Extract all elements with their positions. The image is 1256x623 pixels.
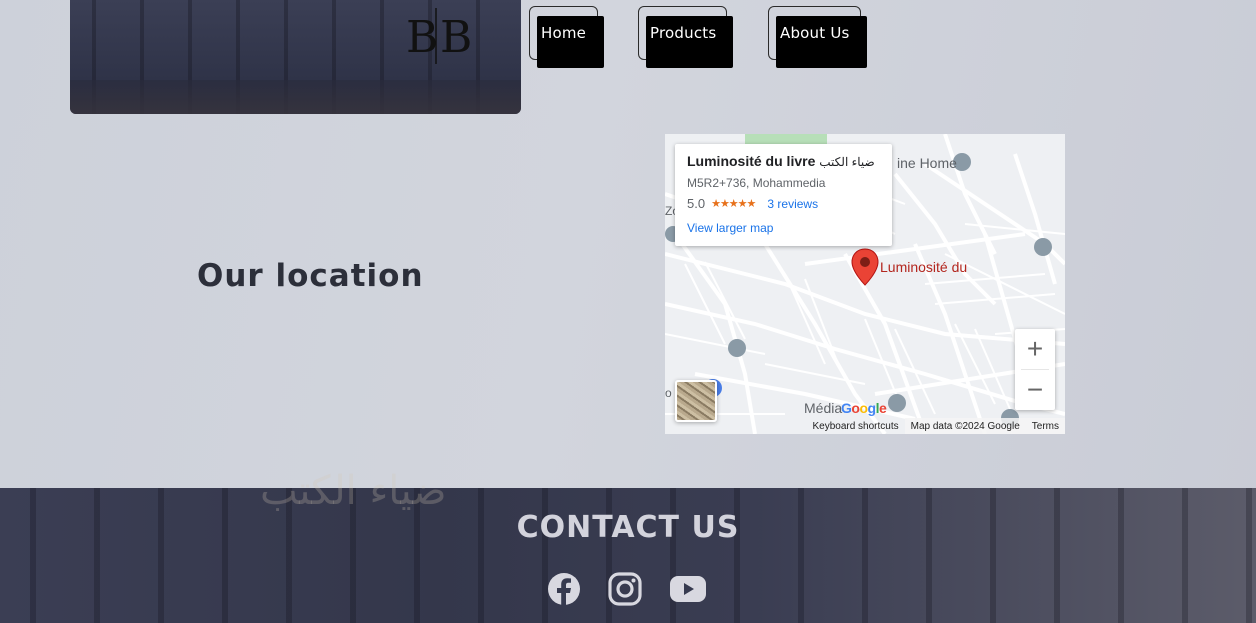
embedded-map[interactable]: ine Home Zo Média o Google Luminosité du… [665,134,1065,434]
keyboard-shortcuts-link[interactable]: Keyboard shortcuts [806,421,904,432]
nav-about-button[interactable]: About Us [768,6,867,68]
place-address: M5R2+736, Mohammedia [687,176,826,190]
contact-title: CONTACT US [516,510,740,545]
rating-value: 5.0 [687,196,706,211]
map-pin-label: Luminosité du [880,259,968,275]
facebook-icon[interactable] [547,572,581,606]
map-pin-icon[interactable] [851,248,879,286]
instagram-icon[interactable] [608,572,642,606]
nav-products-label: Products [650,24,717,42]
nav-about-label: About Us [780,24,850,42]
contact-section: ضياء الكتب CONTACT US [0,468,1256,623]
nav-products-button[interactable]: Products [638,6,733,68]
zoom-in-button[interactable]: + [1015,329,1055,369]
location-heading: Our location [197,258,424,294]
nav-home-button[interactable]: Home [529,6,604,68]
place-name-ar: ضياء الكتب [819,155,875,169]
contact-background-text: ضياء الكتب [260,468,447,514]
reviews-link[interactable]: 3 reviews [767,197,818,211]
satellite-layer-toggle[interactable] [675,380,717,422]
rating-stars-icon: ★★★★★ [711,198,756,210]
place-name: Luminosité du livre ضياء الكتب [687,153,880,169]
map-label-home: ine Home [897,155,957,171]
youtube-icon[interactable] [669,572,707,606]
google-logo: Google [841,400,887,416]
map-data-credit: Map data ©2024 Google [904,418,1026,434]
svg-text:B: B [440,12,472,63]
place-name-fr: Luminosité du livre [687,153,816,169]
logo-mark: B B [406,8,472,64]
map-label-media: Média [804,400,843,416]
nav-home-label: Home [541,24,587,42]
svg-text:B: B [406,12,438,63]
terms-link[interactable]: Terms [1025,418,1065,434]
rating-row: 5.0 ★★★★★ 3 reviews [687,196,880,211]
view-larger-map-link[interactable]: View larger map [687,221,880,235]
map-label-o: o [665,386,672,400]
zoom-control: + − [1015,329,1055,410]
zoom-out-button[interactable]: − [1015,370,1055,410]
place-info-card: Luminosité du livre ضياء الكتب M5R2+736,… [675,144,892,246]
logo[interactable]: B B [396,4,488,66]
map-footer: Keyboard shortcuts Map data ©2024 Google… [806,418,1065,434]
